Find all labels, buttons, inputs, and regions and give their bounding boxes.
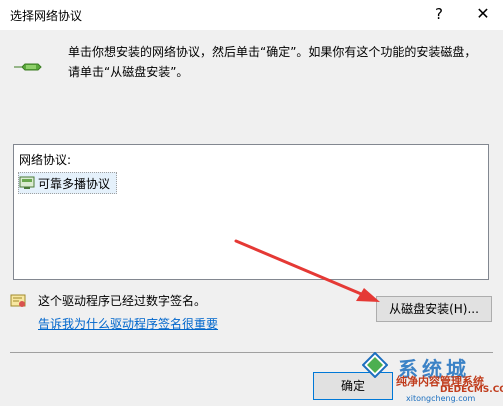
have-disk-button[interactable]: 从磁盘安装(H)...	[376, 296, 492, 322]
title-bar: 选择网络协议 ? ✕	[0, 0, 503, 30]
watermark-pinyin: xitongcheng.com	[406, 394, 476, 403]
protocol-list[interactable]: 网络协议: 可靠多播协议	[13, 144, 489, 280]
instruction-text: 单击你想安装的网络协议，然后单击“确定”。如果你有这个功能的安装磁盘，请单击“从…	[68, 45, 477, 79]
list-item-label: 可靠多播协议	[38, 176, 111, 191]
watermark-logo-icon	[362, 352, 388, 378]
why-signing-link[interactable]: 告诉我为什么驱动程序签名很重要	[38, 315, 218, 332]
list-item[interactable]: 可靠多播协议	[18, 172, 118, 194]
list-header: 网络协议:	[19, 153, 72, 167]
close-button[interactable]: ✕	[466, 0, 500, 28]
signature-status: 这个驱动程序已经过数字签名。	[38, 294, 207, 308]
help-button[interactable]: ?	[428, 1, 450, 27]
shield-certificate-icon	[10, 294, 26, 307]
network-protocol-icon	[19, 176, 35, 189]
network-cable-icon	[14, 63, 42, 71]
window-title: 选择网络协议	[10, 9, 83, 23]
